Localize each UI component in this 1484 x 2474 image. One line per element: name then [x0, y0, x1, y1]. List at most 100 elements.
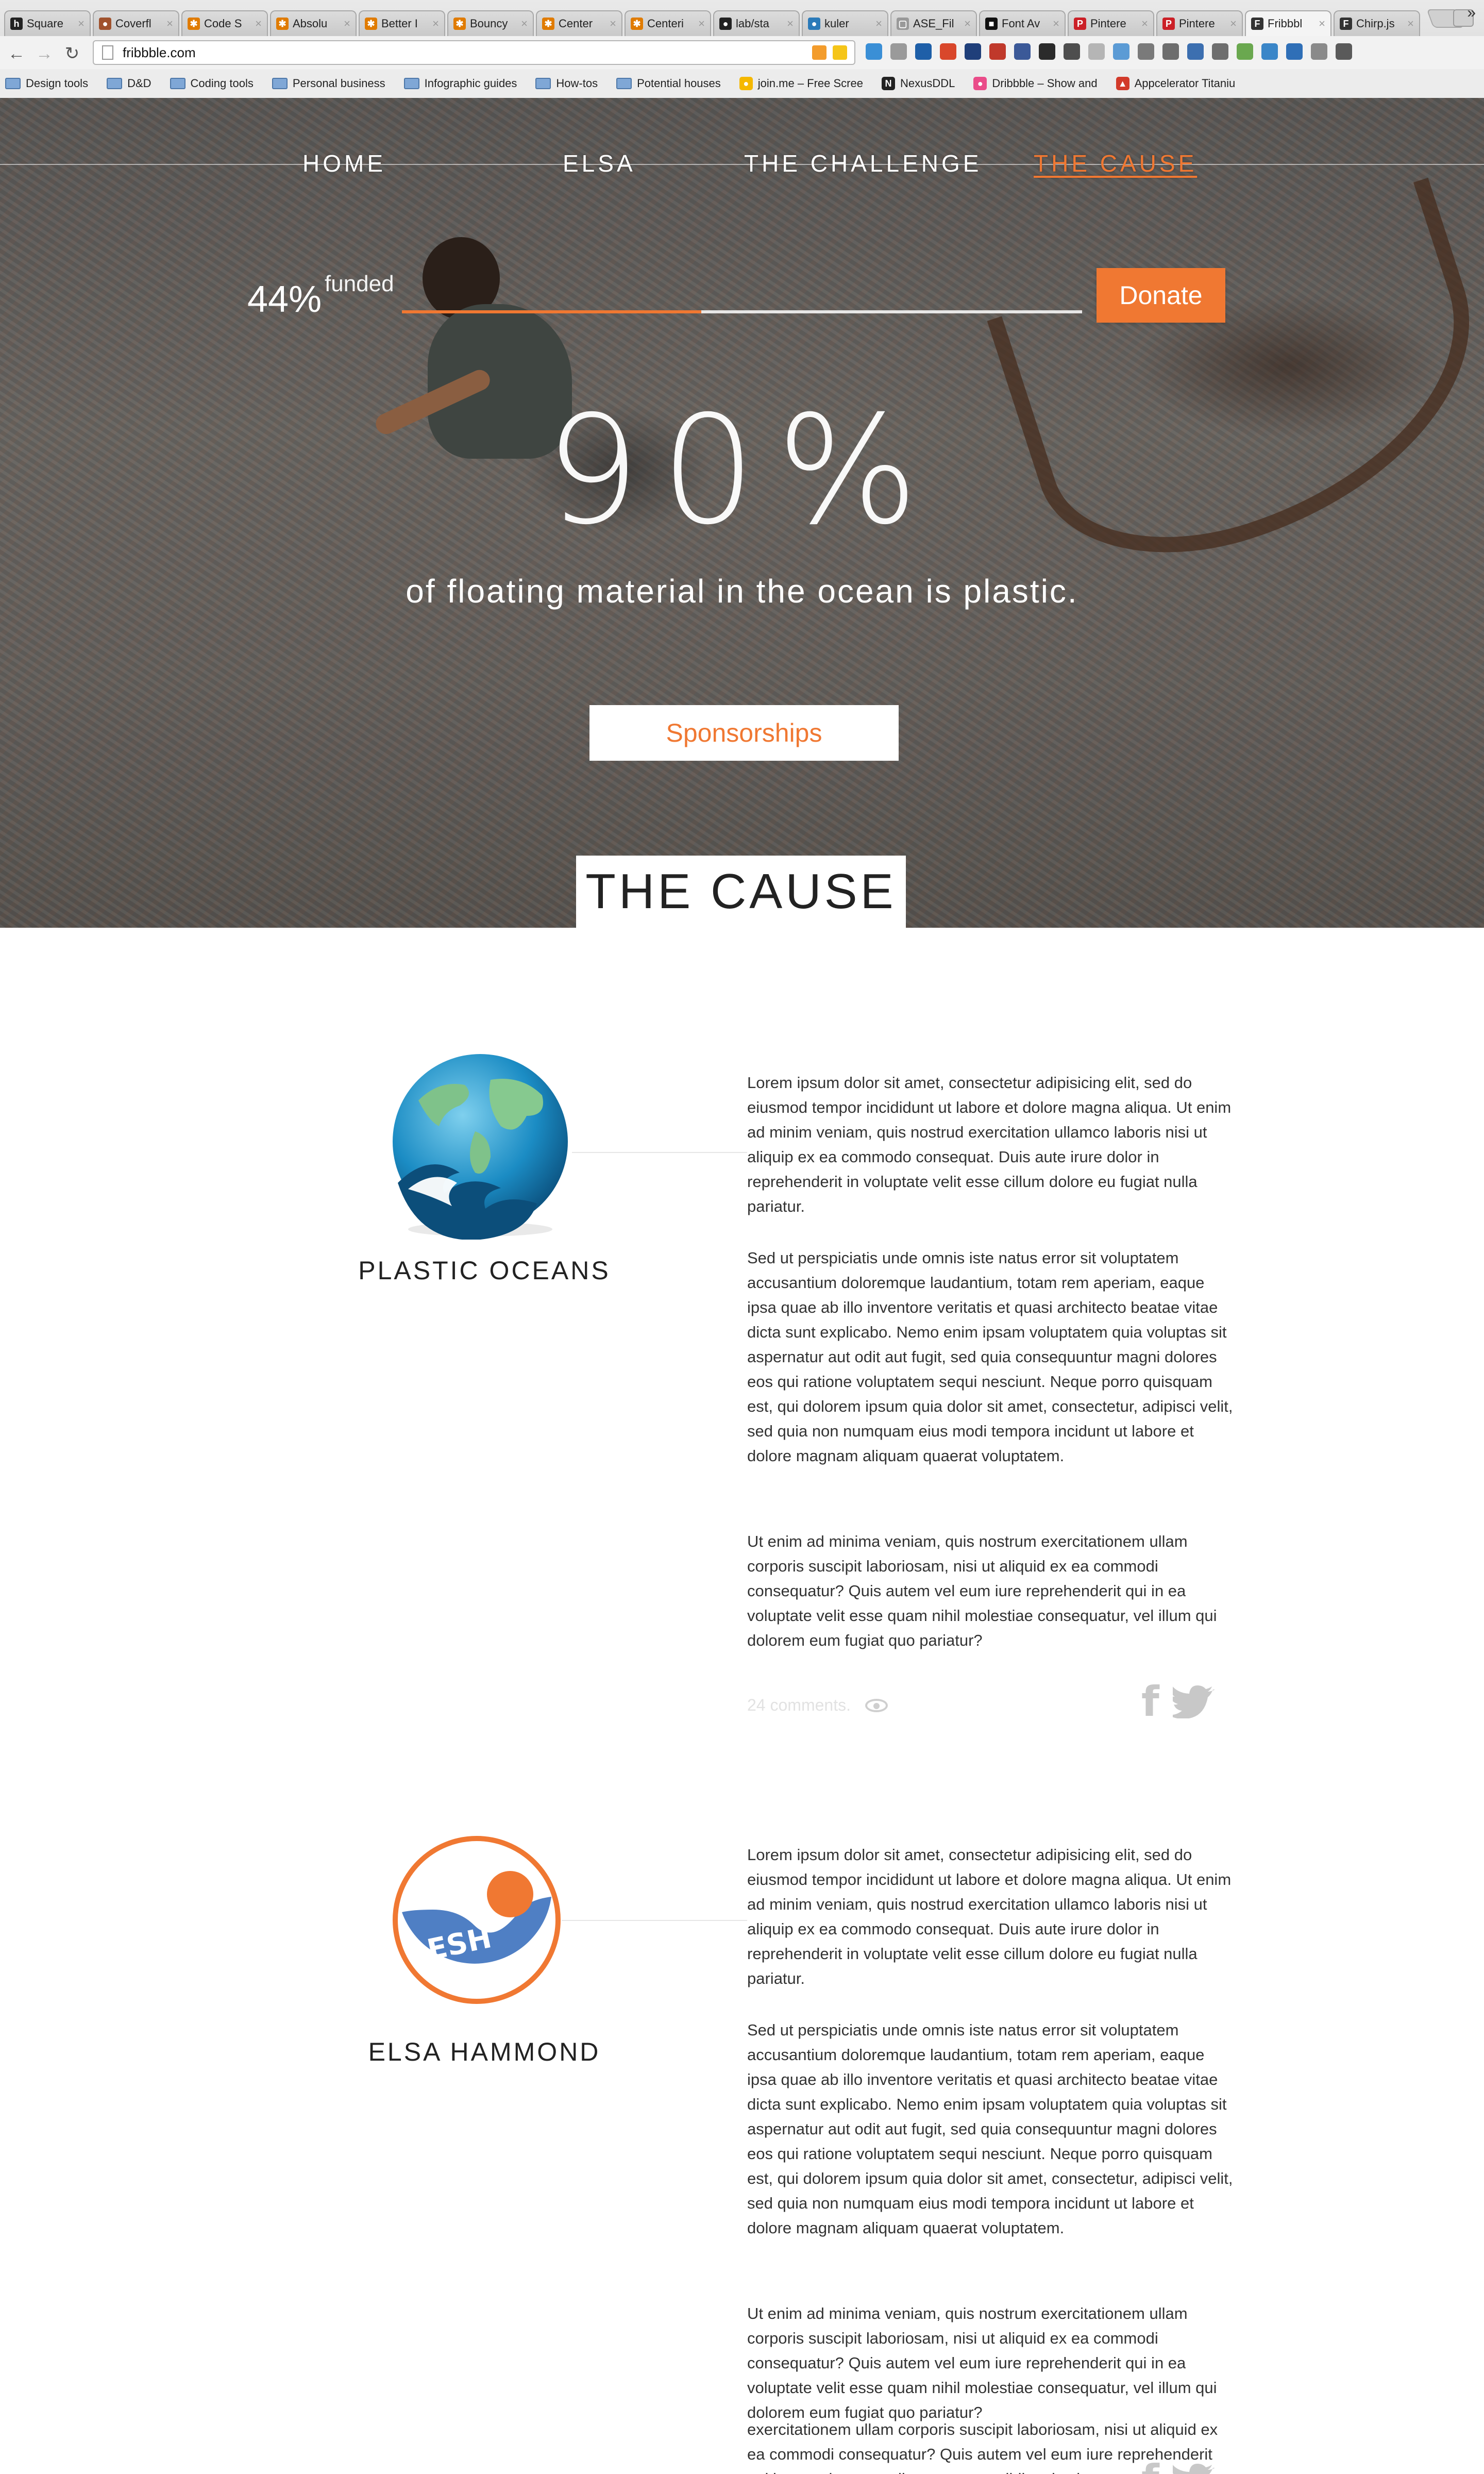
address-bar[interactable]: fribbble.com: [93, 40, 855, 65]
browser-tab[interactable]: ● lab/sta ×: [713, 10, 800, 36]
bookmark-item[interactable]: How-tos: [535, 77, 598, 90]
nav-home[interactable]: HOME: [291, 149, 397, 177]
browser-tab[interactable]: F Fribbbl ×: [1245, 10, 1331, 36]
browser-tab[interactable]: ✱ Center ×: [536, 10, 622, 36]
tab-label: Absolu: [293, 17, 328, 30]
bookmark-item[interactable]: ▲ Appcelerator Titaniu: [1116, 77, 1235, 90]
browser-tab[interactable]: ■ Font Av ×: [979, 10, 1066, 36]
tab-label: Coverfl: [115, 17, 151, 30]
nav-elsa[interactable]: ELSA: [551, 149, 647, 177]
twitter-icon[interactable]: [1172, 1685, 1216, 1718]
tab-close-icon[interactable]: ×: [344, 17, 350, 30]
site-favicon-icon: N: [881, 77, 895, 90]
tab-close-icon[interactable]: ×: [1053, 17, 1059, 30]
twitter-icon[interactable]: [1172, 2463, 1216, 2474]
extension-icon[interactable]: [1187, 43, 1204, 60]
sponsorships-button[interactable]: Sponsorships: [589, 705, 899, 761]
tab-close-icon[interactable]: ×: [610, 17, 616, 30]
section-title: THE CAUSE: [576, 856, 906, 928]
tab-close-icon[interactable]: ×: [964, 17, 971, 30]
entry-paragraph: Sed ut perspiciatis unde omnis iste natu…: [747, 1249, 1233, 1465]
tab-close-icon[interactable]: ×: [787, 17, 794, 30]
entry-paragraph: Ut enim ad minima veniam, quis nostrum e…: [747, 2304, 1217, 2421]
nav-the-cause[interactable]: THE CAUSE: [1022, 149, 1208, 177]
browser-tab[interactable]: ▢ ASE_Fil ×: [890, 10, 977, 36]
tab-close-icon[interactable]: ×: [875, 17, 882, 30]
facebook-icon[interactable]: f: [1141, 2456, 1159, 2474]
bookmark-item[interactable]: Infographic guides: [403, 77, 517, 90]
facebook-icon[interactable]: f: [1141, 1678, 1159, 1726]
funded-label: funded: [325, 271, 394, 296]
browser-tab[interactable]: h Square ×: [4, 10, 91, 36]
extension-icon[interactable]: [1138, 43, 1154, 60]
browser-tab[interactable]: ✱ Code S ×: [181, 10, 268, 36]
extension-icon[interactable]: [1113, 43, 1129, 60]
tab-close-icon[interactable]: ×: [78, 17, 85, 30]
tab-close-icon[interactable]: ×: [698, 17, 705, 30]
extension-icon[interactable]: [940, 43, 956, 60]
tab-close-icon[interactable]: ×: [1407, 17, 1414, 30]
extension-icon[interactable]: [1088, 43, 1105, 60]
bookmark-item[interactable]: Potential houses: [616, 77, 721, 90]
bookmark-item[interactable]: D&D: [107, 77, 151, 90]
bookmarks-more-button[interactable]: »: [1467, 4, 1476, 22]
comments-count[interactable]: 24 comments.: [747, 1696, 851, 1715]
bookmark-star-icon[interactable]: [833, 45, 847, 60]
tab-favicon-icon: ✱: [631, 18, 643, 30]
bookmark-label: Personal business: [292, 77, 385, 90]
extension-icon[interactable]: [1237, 43, 1253, 60]
extension-icon[interactable]: [890, 43, 907, 60]
tab-close-icon[interactable]: ×: [166, 17, 173, 30]
browser-tab[interactable]: P Pintere ×: [1068, 10, 1154, 36]
extension-icon[interactable]: [1064, 43, 1080, 60]
extension-icon[interactable]: [1039, 43, 1055, 60]
browser-tab[interactable]: ✱ Bouncy ×: [447, 10, 534, 36]
bookmark-item[interactable]: Coding tools: [170, 77, 254, 90]
bookmark-item[interactable]: Design tools: [5, 77, 88, 90]
browser-tab[interactable]: P Pintere ×: [1156, 10, 1243, 36]
settings-gear-icon[interactable]: [1212, 43, 1228, 60]
extension-icon[interactable]: [1286, 43, 1303, 60]
tab-favicon-icon: ●: [719, 18, 732, 30]
browser-toolbar: ← → ↻ fribbble.com: [0, 36, 1484, 69]
extension-icon[interactable]: [915, 43, 932, 60]
extension-icon[interactable]: [989, 43, 1006, 60]
tab-close-icon[interactable]: ×: [432, 17, 439, 30]
tab-label: ASE_Fil: [913, 17, 954, 30]
wrench-menu-icon[interactable]: [1336, 43, 1352, 60]
folder-icon: [5, 78, 21, 89]
tab-close-icon[interactable]: ×: [521, 17, 528, 30]
extension-icon[interactable]: [866, 43, 882, 60]
browser-tab[interactable]: ✱ Centeri ×: [625, 10, 711, 36]
bookmark-item[interactable]: ● Dribbble – Show and: [973, 77, 1098, 90]
tab-favicon-icon: ✱: [542, 18, 554, 30]
donate-button[interactable]: Donate: [1097, 268, 1225, 323]
tab-close-icon[interactable]: ×: [1319, 17, 1325, 30]
forward-icon[interactable]: →: [34, 43, 55, 64]
bookmark-item[interactable]: Personal business: [272, 77, 385, 90]
bookmark-item[interactable]: N NexusDDL: [881, 77, 955, 90]
back-icon[interactable]: ←: [6, 43, 27, 64]
tab-close-icon[interactable]: ×: [255, 17, 262, 30]
extension-icon[interactable]: [1162, 43, 1179, 60]
extension-icon[interactable]: [965, 43, 981, 60]
extension-icon[interactable]: [1311, 43, 1327, 60]
avatar-connector: [562, 1920, 747, 1921]
folder-icon: [272, 78, 288, 89]
tab-close-icon[interactable]: ×: [1230, 17, 1237, 30]
extension-icon[interactable]: [1014, 43, 1031, 60]
browser-tab[interactable]: ✱ Absolu ×: [270, 10, 357, 36]
entry-name: PLASTIC OCEANS: [358, 1256, 611, 1285]
entry-paragraph: Lorem ipsum dolor sit amet, consectetur …: [747, 1074, 1232, 1215]
browser-tab[interactable]: ● Coverfl ×: [93, 10, 179, 36]
eye-icon: [865, 1698, 888, 1712]
bookmark-item[interactable]: ● join.me – Free Scree: [739, 77, 863, 90]
browser-tab[interactable]: ✱ Better I ×: [359, 10, 445, 36]
browser-tab[interactable]: ● kuler ×: [802, 10, 888, 36]
rss-icon[interactable]: [812, 45, 827, 60]
browser-tab[interactable]: F Chirp.js ×: [1334, 10, 1420, 36]
extension-icon[interactable]: [1261, 43, 1278, 60]
reload-icon[interactable]: ↻: [62, 43, 82, 64]
nav-the-challenge[interactable]: THE CHALLENGE: [733, 149, 993, 177]
tab-close-icon[interactable]: ×: [1141, 17, 1148, 30]
